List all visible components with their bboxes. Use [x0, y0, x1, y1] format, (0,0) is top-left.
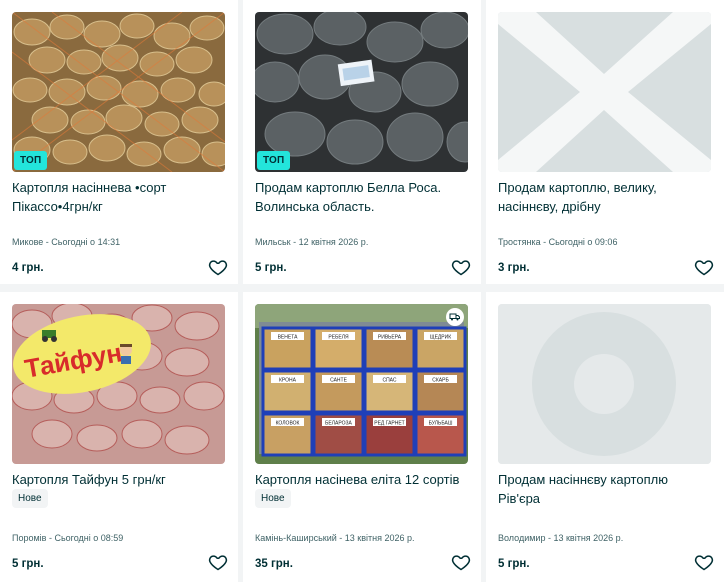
crate-label: СПАС [382, 378, 396, 384]
listing-price: 3 грн. [498, 262, 530, 274]
listing-card[interactable]: ТОП Продам картоплю Белла Роса. Волинськ… [243, 0, 481, 284]
listing-location-date: Володимир - 13 квітня 2026 р. [498, 533, 624, 543]
listing-title[interactable]: Картопля Тайфун 5 грн/кг [12, 470, 222, 489]
favorite-heart-icon[interactable] [451, 552, 471, 572]
listing-price: 5 грн. [255, 262, 287, 274]
listing-location-date: Тростянка - Сьогодні о 09:06 [498, 237, 618, 247]
listing-location-date: Камінь-Каширський - 13 квітня 2026 р. [255, 533, 415, 543]
favorite-heart-icon[interactable] [208, 552, 228, 572]
favorite-heart-icon[interactable] [694, 257, 714, 277]
listing-title[interactable]: Продам картоплю Белла Роса. Волинська об… [255, 178, 465, 216]
crate-label: САНТЕ [330, 378, 348, 384]
crate-label: СКАРБ [432, 378, 449, 384]
listing-card[interactable]: Тайфун Картопля Тайфун 5 грн/кг Нове Пор… [0, 292, 238, 582]
crate-label: ЩЕДРИК [430, 335, 451, 341]
listing-title[interactable]: Продам насіннєву картоплю Рів'єра [498, 470, 708, 508]
listing-location-date: Микове - Сьогодні о 14:31 [12, 237, 121, 247]
listing-title[interactable]: Продам картоплю, велику, насіннєву, дріб… [498, 178, 708, 216]
favorite-heart-icon[interactable] [451, 257, 471, 277]
loading-placeholder[interactable] [498, 304, 711, 464]
listing-title[interactable]: Картопля насінева еліта 12 сортів [255, 470, 465, 489]
favorite-heart-icon[interactable] [208, 257, 228, 277]
listing-title[interactable]: Картопля насіннева •сорт Пікассо•4грн/кг [12, 178, 222, 216]
listing-price: 4 грн. [12, 262, 44, 274]
listing-photo[interactable]: Тайфун [12, 304, 225, 464]
favorite-heart-icon[interactable] [694, 552, 714, 572]
listing-card[interactable]: Продам картоплю, велику, насіннєву, дріб… [486, 0, 724, 284]
crate-label: БЕЛАРОЗА [325, 421, 352, 427]
listings-grid: ТОП Картопля насіннева •сорт Пікассо•4гр… [0, 0, 724, 582]
crate-label: КОЛОВОК [276, 421, 300, 427]
listing-photo[interactable]: ТОП [12, 12, 225, 172]
top-badge: ТОП [257, 151, 291, 170]
listing-location-date: Мильськ - 12 квітня 2026 р. [255, 237, 369, 247]
listing-photo[interactable]: ВЕНЕТА РЕБЕЛЯ РИВЬЕРА ЩЕДРИК КРОНА САНТЕ СПАС С… [255, 304, 468, 464]
condition-badge: Нове [255, 489, 291, 508]
listing-photo[interactable]: ТОП [255, 12, 468, 172]
listing-card[interactable]: ТОП Картопля насіннева •сорт Пікассо•4гр… [0, 0, 238, 284]
listing-location-date: Поромів - Сьогодні о 08:59 [12, 533, 124, 543]
listing-price: 35 грн. [255, 558, 293, 570]
listing-price: 5 грн. [12, 558, 44, 570]
top-badge: ТОП [14, 151, 48, 170]
no-image-placeholder[interactable] [498, 12, 711, 172]
listing-card[interactable]: Продам насіннєву картоплю Рів'єра Володи… [486, 292, 724, 582]
crate-label: РЕД ГАРНЕТ [374, 421, 405, 427]
listing-price: 5 грн. [498, 558, 530, 570]
condition-badge: Нове [12, 489, 48, 508]
crate-label: БУЛЬБАШ [429, 421, 453, 427]
delivery-truck-icon [446, 308, 464, 326]
crate-label: ВЕНЕТА [278, 335, 299, 341]
crate-label: РЕБЕЛЯ [328, 335, 349, 341]
crate-label: РИВЬЕРА [378, 335, 402, 341]
crate-label: КРОНА [279, 378, 297, 384]
listing-card[interactable]: ВЕНЕТА РЕБЕЛЯ РИВЬЕРА ЩЕДРИК КРОНА САНТЕ СПАС С… [243, 292, 481, 582]
